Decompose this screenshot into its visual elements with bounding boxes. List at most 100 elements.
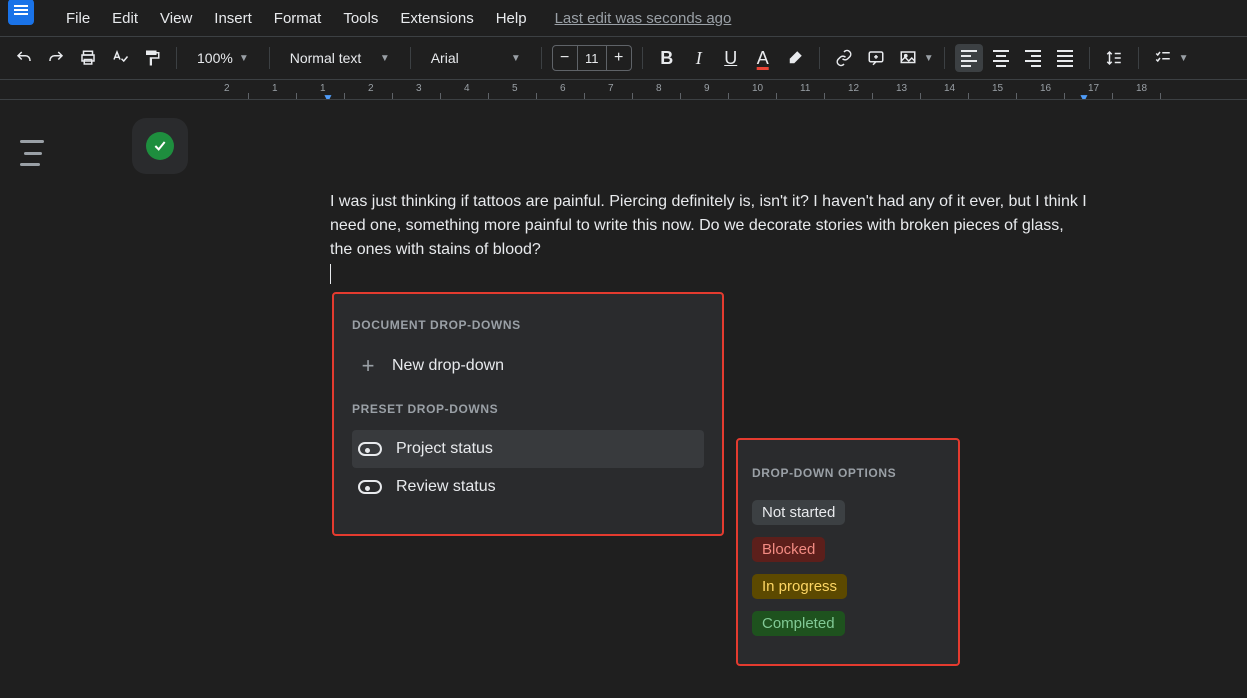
new-dropdown-row[interactable]: + New drop-down <box>352 346 704 386</box>
preset-review-status[interactable]: Review status <box>352 468 704 506</box>
chevron-down-icon[interactable]: ▼ <box>1179 53 1189 64</box>
ruler-number: 2 <box>368 83 374 94</box>
style-value: Normal text <box>290 50 362 66</box>
ruler-number: 2 <box>224 83 230 94</box>
checklist-button[interactable] <box>1149 44 1177 72</box>
add-comment-button[interactable] <box>862 44 890 72</box>
paragraph-style-select[interactable]: Normal text ▼ <box>280 44 400 72</box>
separator <box>944 47 945 69</box>
preset-label: Review status <box>396 478 496 496</box>
last-edit-link[interactable]: Last edit was seconds ago <box>555 10 732 27</box>
menu-insert[interactable]: Insert <box>204 6 262 31</box>
ruler[interactable]: 21123456789101112131415161718▼▼ <box>0 80 1247 100</box>
chevron-down-icon[interactable]: ▼ <box>924 53 934 64</box>
font-value: Arial <box>431 50 459 66</box>
separator <box>642 47 643 69</box>
separator <box>541 47 542 69</box>
chevron-down-icon: ▼ <box>239 53 249 64</box>
separator <box>1089 47 1090 69</box>
menu-file[interactable]: File <box>56 6 100 31</box>
panel-section-header: DOCUMENT DROP-DOWNS <box>352 318 704 332</box>
insert-link-button[interactable] <box>830 44 858 72</box>
separator <box>410 47 411 69</box>
ruler-number: 10 <box>752 83 763 94</box>
separator <box>1138 47 1139 69</box>
menu-tools[interactable]: Tools <box>333 6 388 31</box>
paint-format-button[interactable] <box>138 44 166 72</box>
separator <box>269 47 270 69</box>
panel-section-header: PRESET DROP-DOWNS <box>352 402 704 416</box>
ruler-number: 6 <box>560 83 566 94</box>
separator <box>176 47 177 69</box>
ruler-number: 12 <box>848 83 859 94</box>
print-button[interactable] <box>74 44 102 72</box>
underline-button[interactable]: U <box>717 44 745 72</box>
menu-format[interactable]: Format <box>264 6 332 31</box>
indent-marker-icon[interactable]: ▼ <box>1078 91 1090 101</box>
chevron-down-icon: ▼ <box>511 53 521 64</box>
menu-help[interactable]: Help <box>486 6 537 31</box>
zoom-value: 100% <box>197 50 233 66</box>
decrease-font-button[interactable]: − <box>553 49 577 67</box>
line-spacing-button[interactable] <box>1100 44 1128 72</box>
italic-button[interactable]: I <box>685 44 713 72</box>
spellcheck-button[interactable] <box>106 44 134 72</box>
text-color-button[interactable]: A <box>749 44 777 72</box>
plus-icon: + <box>358 356 378 376</box>
menu-edit[interactable]: Edit <box>102 6 148 31</box>
undo-button[interactable] <box>10 44 38 72</box>
highlight-button[interactable] <box>781 44 809 72</box>
document-outline-button[interactable] <box>20 140 50 166</box>
ruler-number: 15 <box>992 83 1003 94</box>
font-select[interactable]: Arial ▼ <box>421 44 531 72</box>
menubar: File Edit View Insert Format Tools Exten… <box>0 0 1247 36</box>
align-right-button[interactable] <box>1019 44 1047 72</box>
zoom-select[interactable]: 100% ▼ <box>187 44 259 72</box>
docs-app-icon[interactable] <box>8 0 34 25</box>
increase-font-button[interactable]: + <box>607 49 631 67</box>
align-left-button[interactable] <box>955 44 983 72</box>
check-circle-icon <box>146 132 174 160</box>
indent-marker-icon[interactable]: ▼ <box>322 91 334 101</box>
preset-label: Project status <box>396 440 493 458</box>
ruler-number: 14 <box>944 83 955 94</box>
dropdown-option-chip[interactable]: In progress <box>752 574 847 599</box>
dropdown-insert-panel: DOCUMENT DROP-DOWNS + New drop-down PRES… <box>332 292 724 536</box>
menu-view[interactable]: View <box>150 6 202 31</box>
ruler-number: 4 <box>464 83 470 94</box>
dropdown-option-chip[interactable]: Not started <box>752 500 845 525</box>
chevron-down-icon: ▼ <box>380 53 390 64</box>
align-center-button[interactable] <box>987 44 1015 72</box>
page-area: I was just thinking if tattoos are painf… <box>70 100 1247 698</box>
font-size-value[interactable]: 11 <box>577 46 607 70</box>
ruler-number: 13 <box>896 83 907 94</box>
options-panel-header: DROP-DOWN OPTIONS <box>752 466 944 480</box>
bold-button[interactable]: B <box>653 44 681 72</box>
ruler-number: 11 <box>800 83 810 94</box>
chip-icon <box>358 480 382 494</box>
workspace: I was just thinking if tattoos are painf… <box>0 100 1247 698</box>
ruler-number: 5 <box>512 83 518 94</box>
redo-button[interactable] <box>42 44 70 72</box>
align-justify-button[interactable] <box>1051 44 1079 72</box>
ruler-number: 18 <box>1136 83 1147 94</box>
grammar-check-badge[interactable] <box>132 118 188 174</box>
left-gutter <box>0 100 70 698</box>
preset-project-status[interactable]: Project status <box>352 430 704 468</box>
dropdown-option-chip[interactable]: Completed <box>752 611 845 636</box>
ruler-number: 7 <box>608 83 614 94</box>
dropdown-options-panel: DROP-DOWN OPTIONS Not started Blocked In p… <box>736 438 960 666</box>
insert-image-button[interactable] <box>894 44 922 72</box>
ruler-number: 3 <box>416 83 422 94</box>
ruler-number: 8 <box>656 83 662 94</box>
document-paragraph[interactable]: I was just thinking if tattoos are painf… <box>330 190 1090 262</box>
ruler-number: 9 <box>704 83 710 94</box>
font-size-stepper[interactable]: − 11 + <box>552 45 632 71</box>
ruler-number: 1 <box>272 83 278 94</box>
chip-icon <box>358 442 382 456</box>
menu-extensions[interactable]: Extensions <box>390 6 483 31</box>
separator <box>819 47 820 69</box>
dropdown-option-chip[interactable]: Blocked <box>752 537 825 562</box>
new-dropdown-label: New drop-down <box>392 357 504 375</box>
ruler-number: 16 <box>1040 83 1051 94</box>
